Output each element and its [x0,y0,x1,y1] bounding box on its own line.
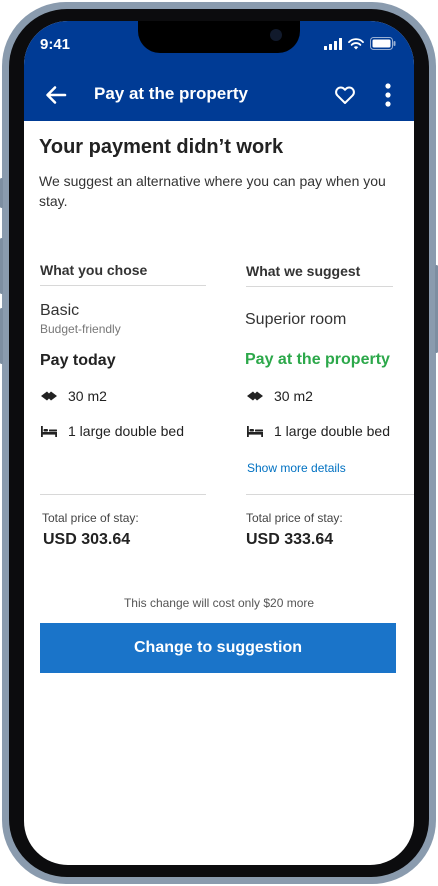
change-to-suggestion-button[interactable]: Change to suggestion [40,623,396,673]
suggested-room-size: 30 m2 [246,388,313,404]
suggested-bed: 1 large double bed [246,423,390,439]
camera-icon [270,29,282,41]
page-title: Pay at the property [94,84,248,103]
room-size-icon [41,391,57,401]
suggestion-subtitle: We suggest an alternative where you can … [39,173,386,209]
bed-icon [41,426,57,437]
arrow-left-icon [46,86,67,104]
more-options-button[interactable] [380,81,396,109]
chosen-payment-option: Pay today [40,352,116,369]
chosen-bed: 1 large double bed [40,423,184,439]
battery-icon [370,37,396,50]
chosen-total-divider [40,494,206,495]
suggested-payment-option: Pay at the property [245,351,390,368]
suggested-plan-name: Superior room [245,311,347,328]
status-bar: 9:41 [24,21,414,69]
chosen-header-divider [40,285,206,286]
screen: 9:41 Pay at the property Your payment di… [24,21,414,865]
app-bar: Pay at the property [24,69,414,121]
status-time: 9:41 [40,36,71,53]
wifi-icon [348,37,364,49]
chosen-total-label: Total price of stay: [42,511,139,525]
chosen-plan-name: Basic [40,302,80,319]
suggested-header-divider [246,286,393,287]
suggested-bed-label: 1 large double bed [274,423,390,439]
suggested-column-header: What we suggest [246,263,361,279]
favorite-button[interactable] [333,83,357,107]
chosen-room-size-label: 30 m2 [68,388,107,404]
price-difference-note: This change will cost only $20 more [123,596,315,610]
suggested-total-divider [246,494,414,495]
chosen-room-size: 30 m2 [40,388,107,404]
suggested-room-size-label: 30 m2 [274,388,313,404]
notch [138,21,300,53]
chosen-total-price: USD 303.64 [43,531,131,548]
cellular-signal-icon [324,37,342,50]
room-size-icon [247,391,263,401]
more-vertical-icon [385,83,391,107]
chosen-column-header: What you chose [40,262,148,278]
side-button-silent [0,178,3,208]
bed-icon [247,426,263,437]
back-button[interactable] [42,81,70,109]
show-more-details-link[interactable]: Show more details [247,461,346,475]
chosen-plan-subtitle: Budget-friendly [40,322,121,336]
suggested-total-label: Total price of stay: [246,511,343,525]
payment-failed-heading: Your payment didn’t work [39,136,284,158]
heart-icon [335,86,355,104]
chosen-bed-label: 1 large double bed [68,423,184,439]
status-icons [324,37,396,50]
suggested-total-price: USD 333.64 [246,531,334,548]
side-button-volume-up [0,238,3,294]
side-button-volume-down [0,308,3,364]
